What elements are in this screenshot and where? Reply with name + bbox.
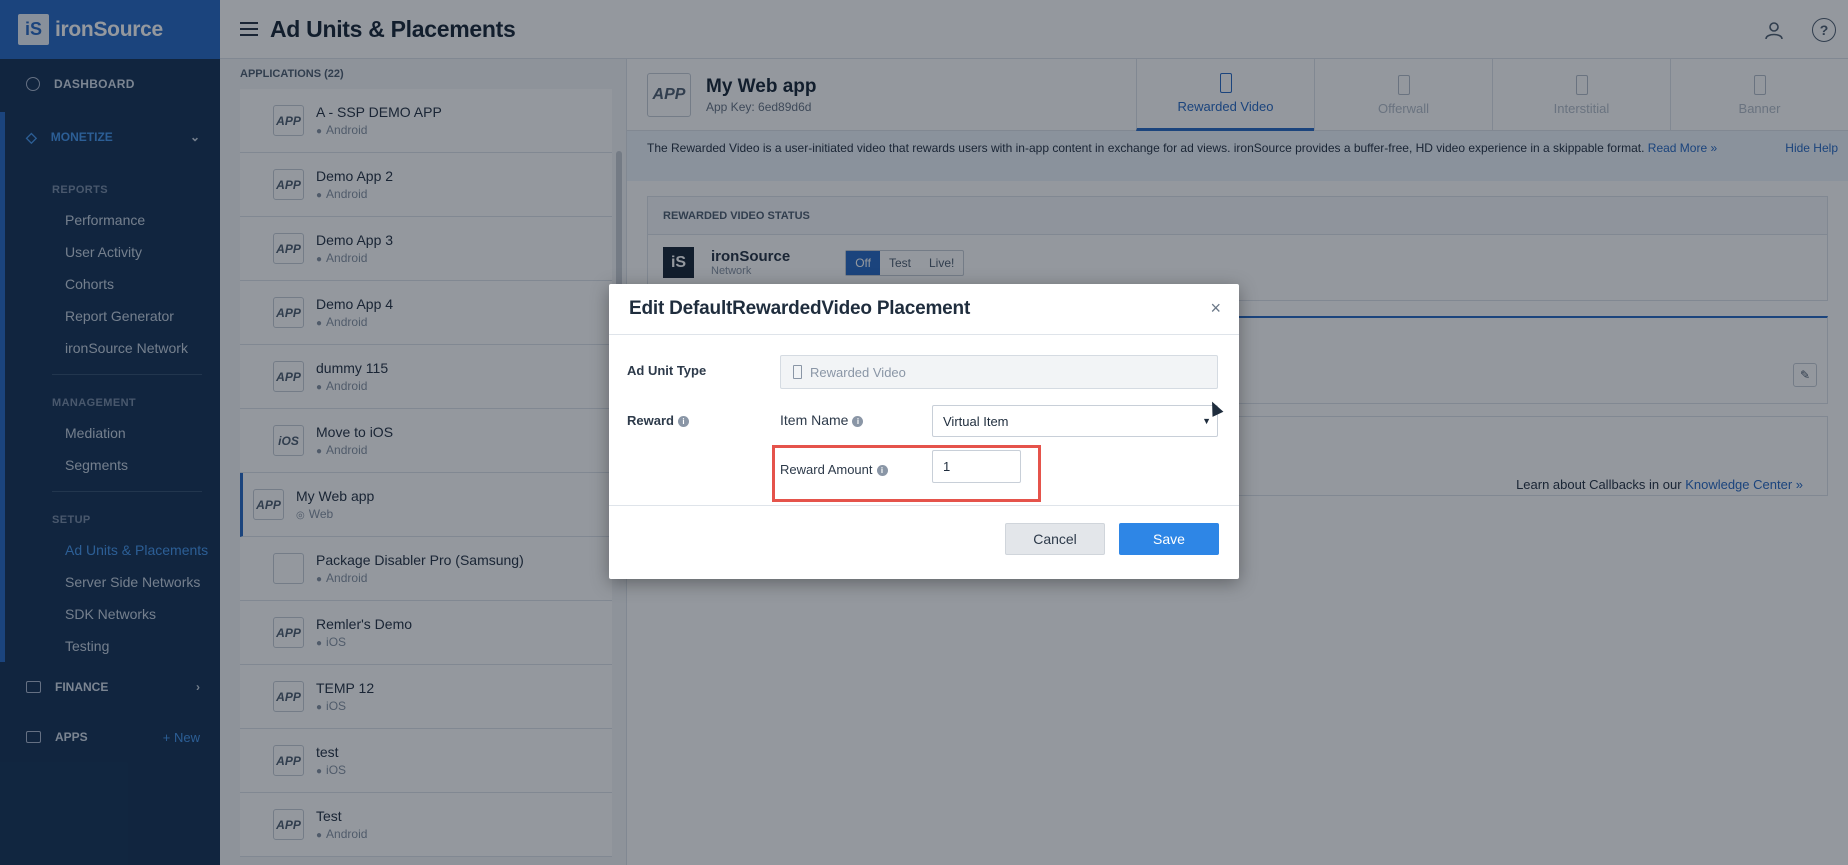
ad-unit-type-label: Ad Unit Type bbox=[627, 363, 707, 378]
cancel-button[interactable]: Cancel bbox=[1005, 523, 1105, 555]
close-icon[interactable]: × bbox=[1210, 298, 1221, 319]
edit-placement-modal: Edit DefaultRewardedVideo Placement × Ad… bbox=[609, 284, 1239, 579]
item-name-label: Item Name bbox=[780, 412, 849, 428]
info-icon[interactable]: i bbox=[876, 465, 888, 476]
reward-label: Reward bbox=[627, 413, 674, 428]
reward-amount-input[interactable]: 1 bbox=[932, 450, 1021, 483]
item-name-select[interactable]: Virtual Item ▼ bbox=[932, 405, 1218, 437]
ad-unit-type-field: Rewarded Video bbox=[780, 355, 1218, 389]
reward-amount-label: Reward Amount bbox=[780, 462, 873, 477]
phone-icon bbox=[793, 365, 802, 379]
info-icon[interactable]: i bbox=[677, 416, 689, 427]
item-name-value: Virtual Item bbox=[943, 413, 1009, 429]
reward-amount-value: 1 bbox=[943, 459, 951, 474]
caret-down-icon: ▼ bbox=[1202, 416, 1211, 426]
save-button[interactable]: Save bbox=[1119, 523, 1219, 555]
modal-title: Edit DefaultRewardedVideo Placement bbox=[629, 298, 971, 319]
info-icon[interactable]: i bbox=[852, 416, 864, 427]
ad-unit-type-value: Rewarded Video bbox=[810, 364, 906, 380]
